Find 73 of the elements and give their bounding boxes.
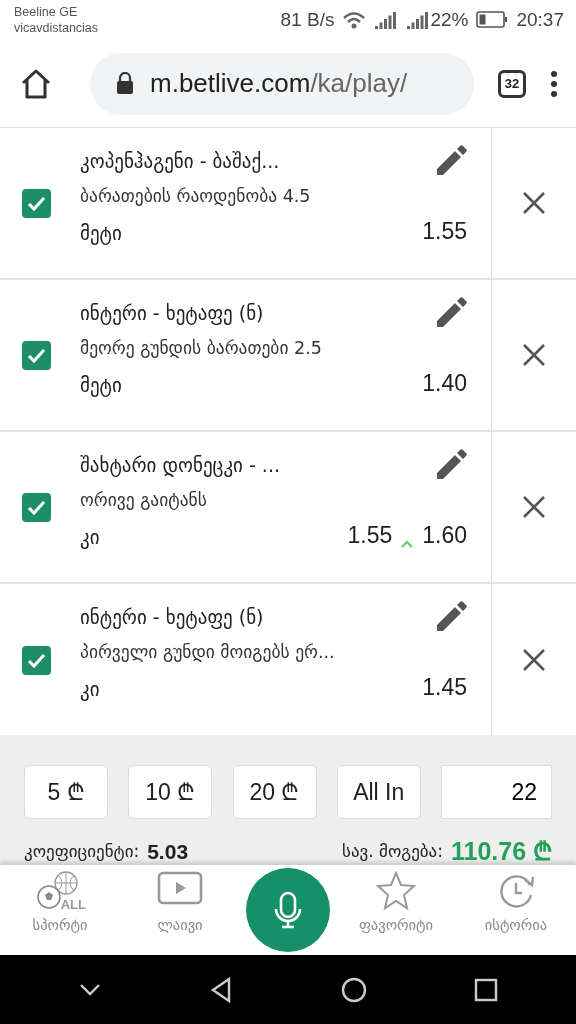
network-speed: 81 B/s	[280, 7, 335, 32]
nav-tab[interactable]: ALL სპორტი	[0, 865, 120, 943]
pencil-icon	[435, 601, 467, 633]
wifi-icon	[342, 10, 367, 30]
menu-button[interactable]	[550, 69, 558, 98]
stake-button[interactable]: 20 ₾	[232, 765, 317, 819]
edit-button[interactable]	[435, 449, 467, 481]
market-name: პირველი გუნდი მოიგებს ერ...	[80, 641, 336, 664]
stake-button[interactable]: 10 ₾	[128, 765, 213, 819]
total-odds-value: 5.03	[147, 839, 189, 865]
market-name: ორივე გაიტანს	[80, 489, 208, 512]
match-name: ინტერი - ხეტაფე (ნ)	[80, 300, 264, 327]
battery-percent: 22%	[430, 7, 469, 32]
close-icon	[522, 343, 546, 367]
checkbox[interactable]	[21, 188, 51, 218]
home-icon[interactable]	[340, 976, 367, 1003]
selection-name: კი	[80, 524, 100, 551]
close-icon	[522, 648, 546, 672]
selection-name: მეტი	[80, 220, 122, 247]
icon-label: ALL	[60, 898, 86, 911]
signal-icon	[406, 10, 431, 30]
nav-tab[interactable]: ისტორია	[456, 865, 576, 943]
home-button[interactable]	[20, 67, 52, 100]
star-icon	[376, 871, 416, 911]
close-button[interactable]	[522, 648, 546, 672]
odds-value: 1.55	[422, 217, 467, 246]
pencil-icon	[435, 145, 467, 177]
checkbox[interactable]	[21, 340, 51, 370]
clock-time: 20:37	[516, 7, 564, 32]
close-icon	[522, 495, 546, 519]
edit-button[interactable]	[435, 297, 467, 329]
stake-button[interactable]: All In	[336, 765, 421, 819]
recents-icon[interactable]	[474, 977, 499, 1002]
tab-count-button[interactable]: 32	[498, 69, 526, 98]
odds-value: 1.60	[422, 521, 467, 550]
microphone-icon	[272, 891, 304, 929]
nav-tab[interactable]: ლაივი	[120, 865, 240, 943]
home-icon	[20, 67, 52, 100]
previous-odds: 1.55	[347, 521, 393, 550]
market-name: მეორე გუნდის ბარათები 2.5	[80, 337, 323, 360]
match-name: შახტარი დონეცკი - ...	[80, 452, 280, 479]
possible-win-label: სავ. მოგება:	[342, 840, 443, 863]
selection-name: კი	[80, 676, 100, 703]
nav-tab[interactable]: ფავორიტი	[336, 865, 456, 943]
battery-icon	[476, 10, 509, 30]
selection-name: მეტი	[80, 372, 122, 399]
market-name: ბარათების რაოდენობა 4.5	[80, 185, 312, 208]
close-icon	[522, 191, 546, 215]
collapse-icon[interactable]	[77, 981, 102, 998]
odds-value: 1.45	[422, 673, 467, 702]
carrier-name: Beeline GE	[14, 4, 79, 20]
pencil-icon	[435, 297, 467, 329]
url-text: m.betlive.com/ka/play/	[150, 67, 408, 100]
edit-button[interactable]	[435, 601, 467, 633]
total-odds-label: კოეფიციენტი:	[24, 840, 140, 863]
close-button[interactable]	[522, 191, 546, 215]
odds-value: 1.40	[422, 369, 467, 398]
close-button[interactable]	[522, 343, 546, 367]
lock-icon	[116, 72, 134, 95]
pencil-icon	[435, 449, 467, 481]
close-button[interactable]	[522, 495, 546, 519]
more-icon	[550, 69, 558, 98]
stake-button[interactable]: 5 ₾	[24, 765, 108, 819]
edit-button[interactable]	[435, 145, 467, 177]
checkbox[interactable]	[21, 645, 51, 675]
checkbox[interactable]	[21, 492, 51, 522]
possible-win-value: 110.76 ₾	[450, 836, 552, 867]
address-bar[interactable]: m.betlive.com/ka/play/	[90, 52, 474, 115]
match-name: ინტერი - ხეტაფე (ნ)	[80, 604, 264, 631]
match-name: კოპენჰაგენი - ბაშაქ...	[80, 148, 280, 175]
network-name: vicavdistancias	[14, 20, 99, 36]
signal-icon	[374, 10, 399, 30]
stake-input[interactable]: 22	[441, 765, 552, 819]
